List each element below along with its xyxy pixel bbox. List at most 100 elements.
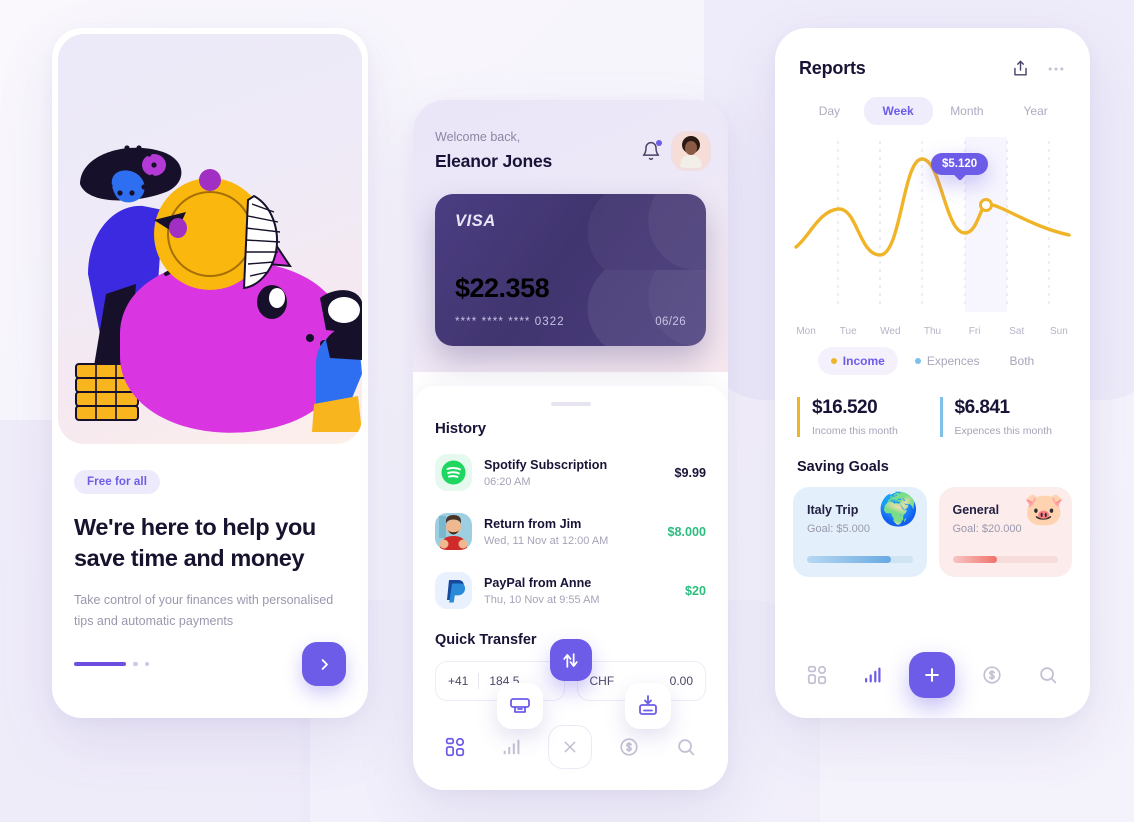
legend-label: Expences [926, 354, 980, 368]
income-line [794, 157, 1071, 257]
transaction-amount: $8.000 [667, 524, 706, 539]
income-chart[interactable]: $5.120 Mon Tue Wed Thu Fri Sat Sun [785, 137, 1080, 337]
saving-goals-title: Saving Goals [797, 459, 889, 475]
transaction-name: Spotify Subscription [484, 457, 608, 472]
table-row[interactable]: Spotify Subscription 06:20 AM $9.99 [435, 443, 706, 502]
bar-chart-icon [503, 739, 520, 755]
avatar[interactable] [674, 134, 708, 168]
spotify-glyph [441, 460, 466, 485]
nav-reports-button[interactable] [492, 727, 532, 767]
next-button[interactable] [302, 642, 346, 686]
page-title: Reports [799, 58, 866, 78]
home-screen: Welcome back, Eleanor Jones VISA $22.358… [413, 100, 728, 790]
pagination-dot[interactable] [144, 661, 149, 667]
screen-canvas: Free for all We're here to help you save… [0, 0, 1134, 822]
grid-icon [446, 737, 465, 757]
transaction-info: PayPal from Anne Thu, 10 Nov at 9:55 AM [484, 576, 673, 606]
atm-withdraw-icon [510, 698, 530, 713]
bank-card[interactable]: VISA $22.358 **** **** **** 0322 06/26 [435, 194, 706, 346]
nav-search-button[interactable] [666, 727, 706, 767]
chart-tooltip: $5.120 [931, 153, 989, 175]
page-subtitle: Take control of your finances with perso… [74, 593, 334, 628]
atm-withdraw-button[interactable] [497, 683, 543, 729]
expence-dot-icon [914, 358, 921, 364]
data-point-sat[interactable] [979, 198, 993, 212]
spotify-icon [435, 454, 472, 491]
stat-value: $16.520 [812, 397, 878, 418]
nav-money-button[interactable] [972, 655, 1012, 695]
x-tick-label: Sat [1009, 326, 1025, 337]
stat-label: Expences this month [954, 425, 1052, 437]
transaction-name: PayPal from Anne [484, 575, 592, 590]
onboarding-copy: Free for all We're here to help you save… [52, 444, 368, 632]
chart-x-axis: Mon Tue Wed Thu Fri Sat Sun [785, 326, 1080, 337]
stat-income: $16.520 Income this month [797, 397, 926, 437]
nav-reports-button[interactable] [853, 655, 893, 695]
x-tick-label: Tue [839, 326, 857, 337]
bar-chart-icon [865, 667, 881, 683]
sheet-grabber[interactable] [550, 402, 591, 406]
transaction-amount: $20 [684, 583, 706, 598]
transaction-time: 06:20 AM [484, 475, 531, 488]
legend-both[interactable]: Both [997, 347, 1048, 375]
plus-icon [925, 668, 940, 682]
tab-year[interactable]: Year [1001, 97, 1070, 125]
goal-card-general[interactable]: 🐷 General Goal: $20.000 [938, 487, 1072, 577]
legend-label: Income [842, 354, 885, 368]
goal-progress-bar [807, 556, 913, 563]
pagination-active-bar [74, 662, 126, 666]
history-title: History [435, 420, 486, 437]
paypal-icon [435, 572, 472, 609]
stat-expences: $6.841 Expences this month [939, 397, 1069, 437]
nav-grid-button[interactable] [435, 727, 475, 767]
deposit-icon [639, 695, 657, 715]
nav-close-button[interactable] [548, 725, 593, 769]
country-code: +41 [448, 674, 469, 688]
period-selector: Day Week Month Year [795, 97, 1070, 125]
tab-week[interactable]: Week [863, 97, 933, 125]
search-icon [1040, 667, 1057, 684]
transaction-info: Spotify Subscription 06:20 AM [484, 458, 662, 488]
more-dots-icon[interactable] [1046, 59, 1066, 79]
table-row[interactable]: Return from Jim Wed, 11 Nov at 12:00 AM … [435, 502, 706, 561]
transaction-amount: $9.99 [674, 465, 706, 480]
avatar-jim-image [435, 513, 472, 550]
bottom-navigation [775, 644, 1090, 718]
legend-label: Both [1009, 354, 1035, 368]
swap-arrows-icon [563, 652, 578, 668]
add-button[interactable] [909, 652, 956, 698]
nav-money-button[interactable] [609, 727, 649, 767]
bottom-navigation [413, 716, 728, 790]
onboarding-illustration [58, 34, 362, 444]
home-sheet: History Spotify Subscription 06:20 AM $9… [413, 386, 728, 790]
goal-card-italy-trip[interactable]: 🌍 Italy Trip Goal: $5.000 [793, 487, 927, 577]
saving-goals-list: 🌍 Italy Trip Goal: $5.000 🐷 General Goal… [793, 487, 1072, 577]
dollar-circle-icon [620, 738, 638, 756]
search-icon [677, 739, 694, 756]
dollar-circle-icon [983, 666, 1001, 684]
deposit-button[interactable] [625, 683, 671, 729]
notifications-button[interactable] [641, 140, 662, 162]
legend-expences[interactable]: Expences [902, 347, 993, 375]
x-tick-label: Thu [923, 326, 942, 337]
nav-search-button[interactable] [1028, 655, 1068, 695]
nav-grid-button[interactable] [797, 655, 837, 695]
grid-icon [807, 665, 827, 685]
transaction-time: Thu, 10 Nov at 9:55 AM [484, 593, 600, 606]
stats-row: $16.520 Income this month $6.841 Expence… [797, 397, 1068, 437]
amount-value: 0.00 [669, 674, 693, 688]
tab-month[interactable]: Month [933, 97, 1002, 125]
legend-income[interactable]: Income [817, 347, 898, 375]
table-row[interactable]: PayPal from Anne Thu, 10 Nov at 9:55 AM … [435, 561, 706, 620]
onboarding-footer [52, 642, 368, 718]
pagination-dots[interactable] [74, 661, 149, 667]
swap-button[interactable] [549, 639, 592, 681]
tab-day[interactable]: Day [795, 97, 864, 125]
x-tick-label: Wed [880, 326, 901, 337]
field-divider [478, 673, 480, 689]
pagination-dot[interactable] [133, 661, 138, 667]
home-header: Welcome back, Eleanor Jones VISA $22.358… [413, 100, 728, 372]
x-tick-label: Fri [968, 326, 981, 337]
transaction-name: Return from Jim [484, 516, 582, 531]
share-upload-icon[interactable] [1011, 59, 1030, 78]
